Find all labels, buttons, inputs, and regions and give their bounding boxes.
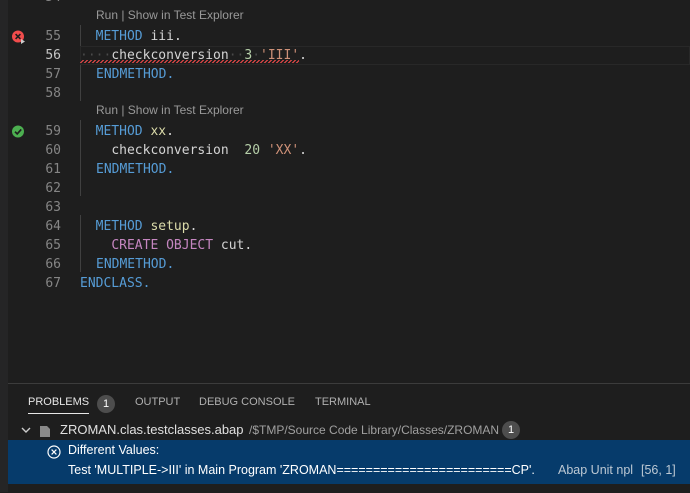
code-line-59: METHOD xx. [95, 124, 174, 139]
problem-item[interactable]: Different Values: Test 'MULTIPLE->III' i… [8, 440, 690, 484]
error-icon [46, 444, 62, 465]
code-line-64: METHOD setup. [95, 219, 198, 234]
test-passed-icon[interactable] [8, 122, 32, 141]
line-number: 61 [45, 162, 61, 177]
tab-output[interactable]: OUTPUT [135, 391, 180, 413]
problem-location: [56, 1] [641, 463, 676, 477]
line-number: 66 [45, 257, 61, 272]
problem-file-row[interactable]: ZROMAN.clas.testclasses.abap /$TMP/Sourc… [8, 420, 690, 440]
tab-problems[interactable]: PROBLEMS [28, 391, 90, 414]
codelens-run[interactable]: Run | Show in Test Explorer [96, 6, 244, 25]
problem-message: Test 'MULTIPLE->III' in Main Program 'ZR… [68, 463, 535, 477]
line-number: 60 [45, 143, 61, 158]
code-line-61: ENDMETHOD. [96, 162, 175, 177]
code-line-65: CREATE OBJECT cut. [111, 238, 253, 253]
code-line-56: ····checkconversion··3·'III'. [80, 48, 307, 63]
code-line-60: checkconversion 20 'XX'. [111, 143, 307, 158]
line-number: 55 [45, 29, 61, 44]
tab-terminal[interactable]: TERMINAL [315, 391, 371, 413]
line-number: 62 [45, 181, 61, 196]
code-line-55: METHOD iii. [95, 29, 182, 44]
line-number: 54 [30, 0, 61, 7]
line-number: 56 [45, 48, 61, 63]
code-line-66: ENDMETHOD. [96, 257, 175, 272]
bottom-panel: PROBLEMS 1 OUTPUT DEBUG CONSOLE TERMINAL… [8, 383, 690, 493]
problem-file-name: ZROMAN.clas.testclasses.abap [60, 422, 244, 437]
line-number: 63 [45, 200, 61, 215]
problem-title: Different Values: [68, 443, 160, 457]
line-number: 58 [45, 86, 61, 101]
code-line-57: ENDMETHOD. [96, 67, 175, 82]
line-number: 64 [45, 219, 61, 234]
activity-edge [0, 0, 8, 492]
problems-count-badge: 1 [97, 395, 115, 413]
test-failed-icon[interactable] [8, 27, 32, 46]
code-editor[interactable]: 54 Run | Show in Test Explorer 55 METHOD… [8, 0, 690, 383]
tab-debug-console[interactable]: DEBUG CONSOLE [199, 391, 295, 413]
line-number: 67 [45, 276, 61, 291]
line-number: 59 [45, 124, 61, 139]
code-line-67: ENDCLASS. [80, 276, 151, 291]
problem-source: Abap Unit npl [558, 463, 634, 477]
problem-file-path: /$TMP/Source Code Library/Classes/ZROMAN [249, 423, 500, 437]
line-number: 57 [45, 67, 61, 82]
codelens-run[interactable]: Run | Show in Test Explorer [96, 101, 244, 120]
file-problem-count: 1 [502, 421, 520, 439]
line-number: 65 [45, 238, 61, 253]
